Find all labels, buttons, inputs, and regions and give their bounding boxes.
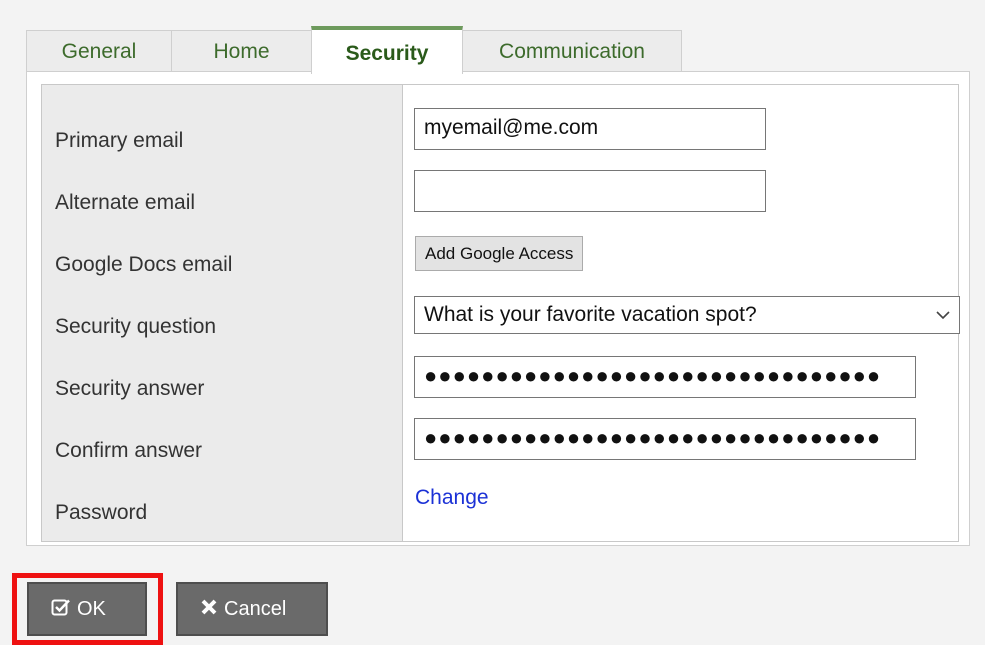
primary-email-field[interactable]: myemail@me.com (414, 108, 766, 150)
primary-email-label: Primary email (55, 129, 184, 152)
google-docs-email-label: Google Docs email (55, 253, 233, 276)
password-label: Password (55, 501, 148, 524)
tab-panel: Primary email Alternate email Google Doc… (26, 71, 970, 546)
tab-label: Communication (499, 40, 645, 63)
confirm-answer-field[interactable]: ●●●●●●●●●●●●●●●●●●●●●●●●●●●●●●●● (414, 418, 916, 460)
tab-label: General (61, 40, 137, 63)
tab-communication[interactable]: Communication (462, 30, 682, 72)
alternate-email-label: Alternate email (55, 191, 196, 214)
alternate-email-field[interactable] (414, 170, 766, 212)
change-password-link[interactable]: Change (415, 486, 489, 510)
security-question-select[interactable]: What is your favorite vacation spot? (414, 296, 960, 334)
x-icon (200, 585, 218, 635)
add-google-access-button[interactable]: Add Google Access (415, 236, 584, 271)
ok-button[interactable]: OK (27, 582, 147, 636)
tab-label: Home (213, 40, 270, 63)
labels-column: Primary email Alternate email Google Doc… (42, 85, 403, 541)
tab-security[interactable]: Security (311, 26, 463, 74)
security-question-selected: What is your favorite vacation spot? (424, 303, 757, 326)
security-answer-label: Security answer (55, 377, 205, 400)
ok-label: OK (77, 598, 106, 620)
cancel-label: Cancel (224, 598, 287, 620)
chevron-down-icon (936, 297, 950, 347)
checkbox-icon (51, 585, 71, 635)
tab-general[interactable]: General (26, 30, 172, 72)
security-answer-field[interactable]: ●●●●●●●●●●●●●●●●●●●●●●●●●●●●●●●● (414, 356, 916, 398)
confirm-answer-label: Confirm answer (55, 439, 203, 462)
tab-home[interactable]: Home (171, 30, 312, 72)
tab-label: Security (345, 42, 429, 65)
cancel-button[interactable]: Cancel (176, 582, 328, 636)
security-question-label: Security question (55, 315, 217, 338)
security-form: Primary email Alternate email Google Doc… (41, 84, 960, 542)
